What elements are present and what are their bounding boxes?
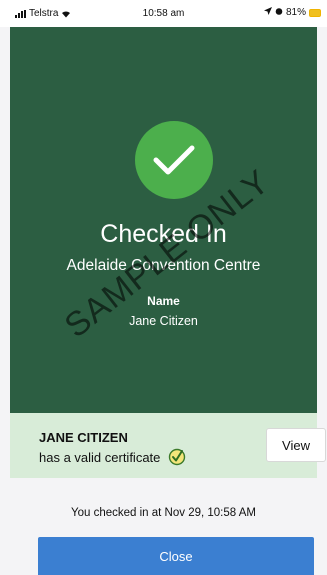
check-in-screen: Telstra 10:58 am 81% Checked In Adelaide… <box>0 0 327 575</box>
alarm-icon <box>275 7 283 18</box>
status-bar: Telstra 10:58 am 81% <box>0 0 327 27</box>
check-circle <box>135 121 213 199</box>
status-right: 81% <box>263 7 321 18</box>
view-certificate-button[interactable]: View <box>266 428 326 462</box>
name-label: Name <box>147 294 180 308</box>
certificate-tick-icon <box>169 448 186 466</box>
battery-percent: 81% <box>285 7 306 18</box>
battery-icon <box>309 8 321 17</box>
page-title: Checked In <box>100 220 227 248</box>
close-button[interactable]: Close <box>38 537 314 575</box>
location-icon <box>263 7 272 18</box>
certificate-status-text: has a valid certificate <box>39 449 161 465</box>
certificate-status: has a valid certificate <box>39 448 186 466</box>
checkmark-icon <box>153 145 195 175</box>
certificate-holder: JANE CITIZEN <box>39 430 128 445</box>
name-value: Jane Citizen <box>129 314 198 328</box>
check-in-hero: Checked In Adelaide Convention Centre Na… <box>10 27 317 413</box>
checked-in-time: You checked in at Nov 29, 10:58 AM <box>71 507 256 519</box>
certificate-banner: JANE CITIZEN has a valid certificate Vie… <box>10 413 326 478</box>
venue-name: Adelaide Convention Centre <box>66 257 261 274</box>
